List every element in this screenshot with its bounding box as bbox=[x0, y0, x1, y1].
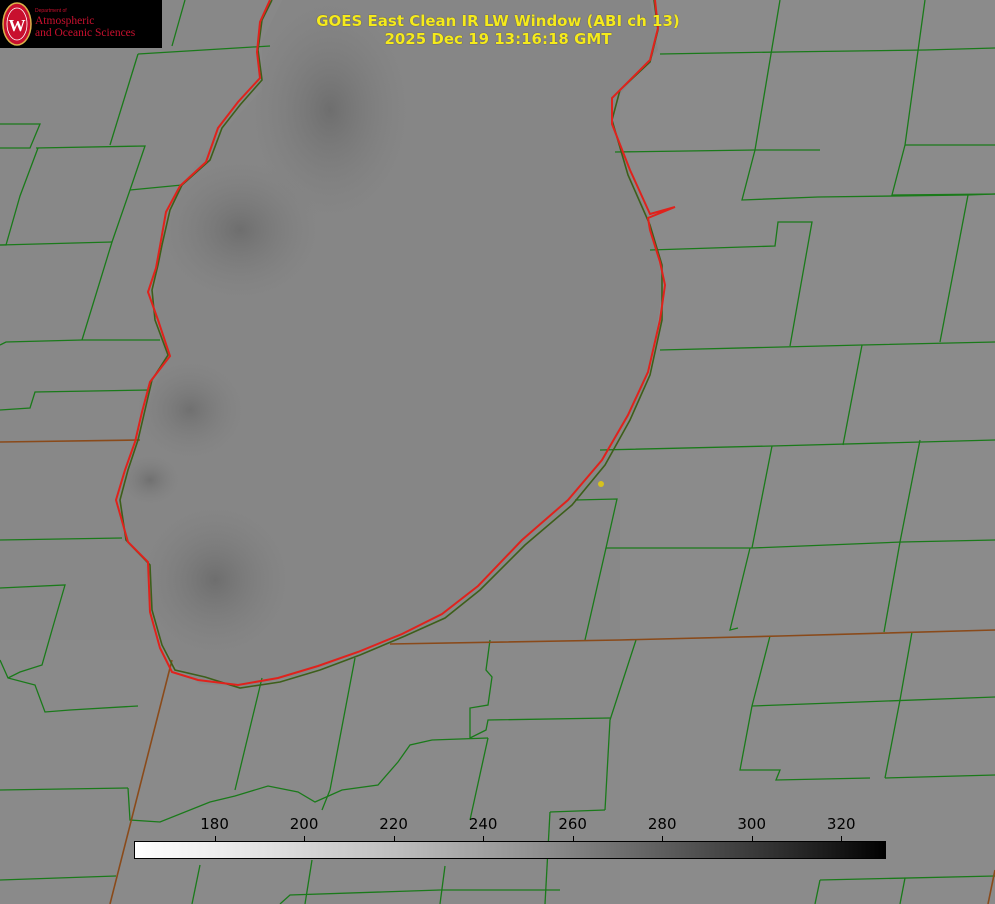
colorbar-tick-mark bbox=[483, 836, 485, 842]
colorbar-tick-mark bbox=[393, 836, 395, 842]
satellite-map bbox=[0, 0, 995, 904]
colorbar-tick-label: 260 bbox=[558, 815, 587, 833]
logo-banner: W Department of Atmospheric and Oceanic … bbox=[0, 0, 162, 48]
colorbar-tick-label: 220 bbox=[379, 815, 408, 833]
image-timestamp: 2025 Dec 19 13:16:18 GMT bbox=[384, 30, 612, 48]
colorbar-tick-label: 240 bbox=[468, 815, 498, 833]
image-title: GOES East Clean IR LW Window (ABI ch 13) bbox=[316, 12, 680, 30]
uw-crest-icon: W bbox=[2, 2, 32, 46]
cloud-patch-west bbox=[135, 360, 245, 460]
logo-title-line2: and Oceanic Sciences bbox=[35, 27, 136, 39]
colorbar-tick-label: 320 bbox=[826, 815, 856, 833]
colorbar-tick-mark bbox=[841, 836, 843, 842]
cloud-patch-southwest bbox=[140, 505, 290, 655]
cloud-patch-shore bbox=[120, 455, 180, 505]
colorbar-tick-mark bbox=[662, 836, 664, 842]
land-south-tone bbox=[0, 640, 995, 904]
logo-title-line1: Atmospheric bbox=[35, 15, 95, 27]
colorbar-tick-mark bbox=[572, 836, 574, 842]
svg-text:W: W bbox=[9, 16, 26, 35]
colorbar-tick-mark bbox=[751, 836, 753, 842]
colorbar-tick-label: 180 bbox=[200, 815, 229, 833]
colorbar-tick-label: 200 bbox=[289, 815, 319, 833]
colorbar-tick-mark bbox=[214, 836, 216, 842]
colorbar-tick-mark bbox=[304, 836, 306, 842]
station-marker bbox=[598, 481, 604, 487]
colorbar-tick-label: 300 bbox=[737, 815, 767, 833]
colorbar bbox=[134, 841, 886, 859]
logo-dept-label: Department of bbox=[35, 8, 67, 14]
colorbar-tick-label: 280 bbox=[647, 815, 677, 833]
